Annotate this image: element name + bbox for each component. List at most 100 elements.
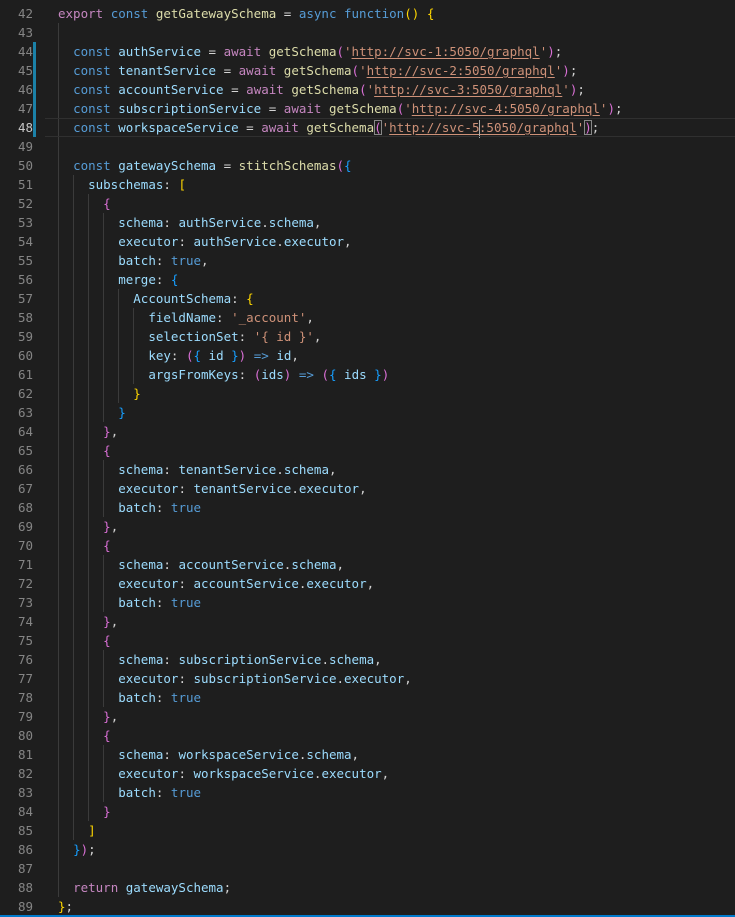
line-number[interactable]: 71 bbox=[0, 555, 33, 574]
line-number[interactable]: 70 bbox=[0, 536, 33, 555]
line-number[interactable]: 49 bbox=[0, 137, 33, 156]
token: , bbox=[111, 519, 119, 534]
indent-guide bbox=[58, 517, 59, 536]
indent-guide bbox=[103, 384, 104, 403]
indent-guide bbox=[103, 498, 104, 517]
line-number[interactable]: 83 bbox=[0, 783, 33, 802]
token bbox=[58, 880, 73, 895]
code-content: fieldName: '_account', bbox=[58, 308, 735, 327]
line-number[interactable]: 48 bbox=[0, 118, 33, 137]
line-number[interactable]: 81 bbox=[0, 745, 33, 764]
token: , bbox=[306, 310, 314, 325]
line-number[interactable]: 63 bbox=[0, 403, 33, 422]
indent-guide bbox=[58, 878, 59, 897]
token: = bbox=[224, 63, 239, 78]
line-number[interactable]: 56 bbox=[0, 270, 33, 289]
line-number[interactable]: 61 bbox=[0, 365, 33, 384]
code-line: 67 executor: tenantService.executor, bbox=[0, 479, 735, 498]
line-number[interactable]: 76 bbox=[0, 650, 33, 669]
token: await bbox=[261, 120, 306, 135]
token: ; bbox=[615, 101, 623, 116]
indent-guide bbox=[88, 612, 89, 631]
line-number[interactable]: 74 bbox=[0, 612, 33, 631]
token bbox=[58, 196, 103, 211]
gutter bbox=[33, 137, 58, 156]
code-content: const subscriptionService = await getSch… bbox=[58, 99, 735, 118]
indent-guide bbox=[73, 631, 74, 650]
line-number[interactable]: 46 bbox=[0, 80, 33, 99]
token: ; bbox=[224, 880, 232, 895]
token: , bbox=[359, 481, 367, 496]
line-number[interactable]: 72 bbox=[0, 574, 33, 593]
line-number[interactable]: 45 bbox=[0, 61, 33, 80]
line-number[interactable]: 77 bbox=[0, 669, 33, 688]
token: executor bbox=[284, 234, 344, 249]
line-number[interactable]: 58 bbox=[0, 308, 33, 327]
line-number[interactable]: 55 bbox=[0, 251, 33, 270]
code-content: }, bbox=[58, 422, 735, 441]
line-number[interactable]: 43 bbox=[0, 23, 33, 42]
line-number[interactable]: 52 bbox=[0, 194, 33, 213]
indent-guide bbox=[73, 365, 74, 384]
line-number[interactable]: 75 bbox=[0, 631, 33, 650]
indent-guide bbox=[73, 669, 74, 688]
line-number[interactable]: 53 bbox=[0, 213, 33, 232]
line-number[interactable]: 59 bbox=[0, 327, 33, 346]
line-number[interactable]: 42 bbox=[0, 4, 33, 23]
line-number[interactable]: 54 bbox=[0, 232, 33, 251]
token: : bbox=[178, 766, 193, 781]
code-area[interactable]: 42export const getGatewaySchema = async … bbox=[0, 0, 735, 917]
line-number[interactable]: 68 bbox=[0, 498, 33, 517]
token: , bbox=[291, 348, 299, 363]
line-number[interactable]: 44 bbox=[0, 42, 33, 61]
token: : bbox=[231, 291, 246, 306]
indent-guide bbox=[73, 479, 74, 498]
indent-guide bbox=[73, 308, 74, 327]
indent-guide bbox=[73, 346, 74, 365]
line-number[interactable]: 65 bbox=[0, 441, 33, 460]
line-number[interactable]: 62 bbox=[0, 384, 33, 403]
token: : bbox=[178, 671, 193, 686]
line-number[interactable]: 86 bbox=[0, 840, 33, 859]
line-number[interactable]: 85 bbox=[0, 821, 33, 840]
line-number[interactable]: 66 bbox=[0, 460, 33, 479]
token: tenantService bbox=[178, 462, 276, 477]
token bbox=[58, 101, 73, 116]
line-number[interactable]: 60 bbox=[0, 346, 33, 365]
line-number[interactable]: 51 bbox=[0, 175, 33, 194]
token: workspaceService bbox=[194, 766, 314, 781]
line-number[interactable]: 84 bbox=[0, 802, 33, 821]
indent-guide bbox=[58, 707, 59, 726]
line-number[interactable]: 82 bbox=[0, 764, 33, 783]
indent-guide bbox=[58, 536, 59, 555]
token: executor bbox=[118, 481, 178, 496]
indent-guide bbox=[88, 194, 89, 213]
code-line: 88 return gatewaySchema; bbox=[0, 878, 735, 897]
token: } bbox=[118, 405, 126, 420]
line-number[interactable]: 87 bbox=[0, 859, 33, 878]
line-number[interactable]: 47 bbox=[0, 99, 33, 118]
code-content: { bbox=[58, 631, 735, 650]
line-number[interactable]: 50 bbox=[0, 156, 33, 175]
token: http://svc-1:5050/graphql bbox=[352, 44, 540, 59]
line-number[interactable]: 57 bbox=[0, 289, 33, 308]
line-number[interactable]: 64 bbox=[0, 422, 33, 441]
token bbox=[58, 82, 73, 97]
token: executor bbox=[321, 766, 381, 781]
line-number[interactable]: 78 bbox=[0, 688, 33, 707]
line-number[interactable]: 73 bbox=[0, 593, 33, 612]
code-content: } bbox=[58, 403, 735, 422]
text-cursor bbox=[479, 120, 480, 138]
indent-guide bbox=[73, 384, 74, 403]
line-number[interactable]: 80 bbox=[0, 726, 33, 745]
line-number[interactable]: 69 bbox=[0, 517, 33, 536]
code-content: }, bbox=[58, 517, 735, 536]
line-number[interactable]: 79 bbox=[0, 707, 33, 726]
indent-guide bbox=[58, 479, 59, 498]
token bbox=[58, 519, 103, 534]
line-number[interactable]: 67 bbox=[0, 479, 33, 498]
line-number[interactable]: 89 bbox=[0, 897, 33, 916]
line-number[interactable]: 88 bbox=[0, 878, 33, 897]
indent-guide bbox=[103, 688, 104, 707]
indent-guide bbox=[58, 802, 59, 821]
